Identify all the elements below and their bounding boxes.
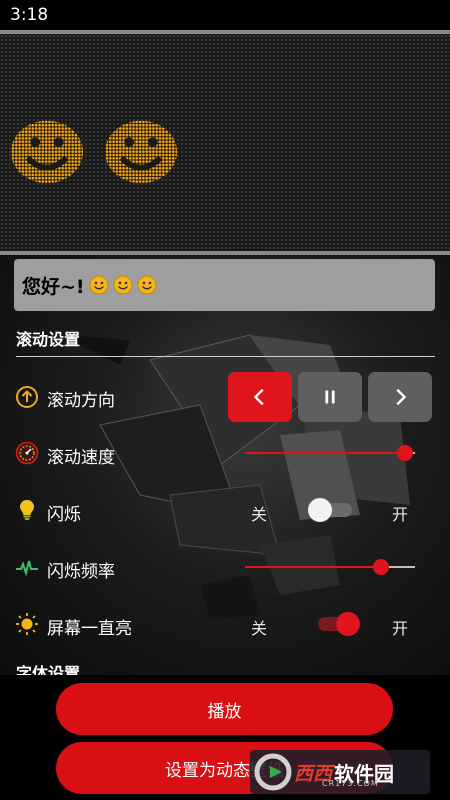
led-preview-panel <box>0 30 450 255</box>
smiley-face-icon <box>89 275 109 295</box>
screen-on-toggle-thumb <box>336 612 360 636</box>
scroll-speed-label: 滚动速度 <box>47 448 115 468</box>
cr173-logo-icon <box>254 753 292 791</box>
scroll-pause-button[interactable] <box>298 372 362 422</box>
blink-on-label: 开 <box>392 505 409 524</box>
sun-icon <box>15 612 39 636</box>
smiley-face-icon <box>113 275 133 295</box>
play-button[interactable]: 播放 <box>56 683 393 735</box>
pause-icon <box>325 390 335 404</box>
status-time: 3:18 <box>10 5 49 25</box>
blink-label: 闪烁 <box>47 505 81 525</box>
blink-toggle[interactable] <box>308 498 352 522</box>
arrow-up-circle-icon <box>15 385 39 409</box>
scroll-speed-slider-fill <box>245 452 405 454</box>
watermark-logo: 西西 软件园 CR173.COM <box>250 750 430 794</box>
watermark-url: CR173.COM <box>322 779 379 788</box>
smiley-face-icon <box>8 116 86 186</box>
status-bar: 3:18 <box>0 0 450 30</box>
smiley-face-icon <box>137 275 157 295</box>
blink-frequency-label: 闪烁频率 <box>47 562 115 582</box>
section-title-scroll-settings: 滚动设置 <box>16 330 81 349</box>
pulse-wave-icon <box>15 555 39 579</box>
section-divider <box>16 356 435 357</box>
message-input[interactable]: 您好~! <box>14 259 435 311</box>
scroll-right-button[interactable] <box>368 372 432 422</box>
scroll-direction-label: 滚动方向 <box>47 391 115 411</box>
lightbulb-icon <box>15 498 39 522</box>
blink-off-label: 关 <box>251 505 268 524</box>
scroll-left-button[interactable] <box>228 372 292 422</box>
speedometer-icon <box>15 441 39 465</box>
blink-frequency-slider[interactable] <box>245 559 415 575</box>
screen-on-off-label: 关 <box>251 619 268 638</box>
scroll-speed-slider-thumb[interactable] <box>396 445 413 461</box>
screen-on-on-label: 开 <box>392 619 409 638</box>
blink-frequency-slider-fill <box>245 566 381 568</box>
message-text: 您好~! <box>22 275 85 298</box>
blink-toggle-thumb <box>308 498 332 522</box>
screen-on-toggle[interactable] <box>318 612 360 636</box>
chevron-right-icon <box>396 388 407 406</box>
smiley-face-icon <box>102 116 180 186</box>
blink-frequency-slider-thumb[interactable] <box>373 559 389 575</box>
scroll-speed-slider[interactable] <box>245 445 415 461</box>
chevron-left-icon <box>253 388 264 406</box>
screen-on-label: 屏幕一直亮 <box>47 619 132 639</box>
